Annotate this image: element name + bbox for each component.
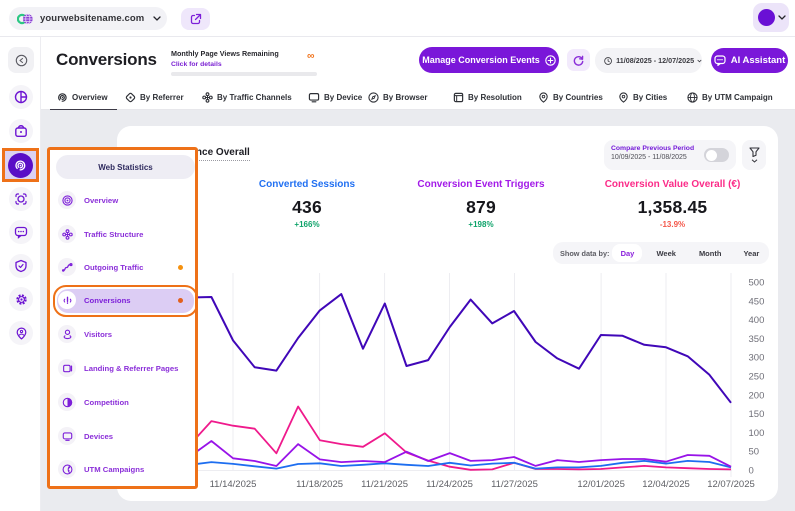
svg-text:150: 150 [749,409,765,420]
svg-text:11/14/2025: 11/14/2025 [210,479,257,490]
svg-text:11/21/2025: 11/21/2025 [361,479,408,490]
svg-text:0: 0 [749,466,754,477]
svg-text:350: 350 [749,334,765,345]
svg-text:200: 200 [749,390,765,401]
svg-text:12/07/2025: 12/07/2025 [707,479,755,490]
svg-text:100: 100 [749,428,765,439]
svg-text:450: 450 [749,296,765,307]
svg-text:500: 500 [749,278,765,289]
svg-text:11/24/2025: 11/24/2025 [426,479,473,490]
svg-text:11/18/2025: 11/18/2025 [296,479,343,490]
svg-text:400: 400 [749,315,765,326]
svg-text:50: 50 [749,447,760,458]
svg-text:300: 300 [749,353,765,364]
svg-text:12/01/2025: 12/01/2025 [577,479,625,490]
svg-text:12/04/2025: 12/04/2025 [642,479,690,490]
svg-text:250: 250 [749,372,765,383]
svg-text:11/27/2025: 11/27/2025 [491,479,538,490]
